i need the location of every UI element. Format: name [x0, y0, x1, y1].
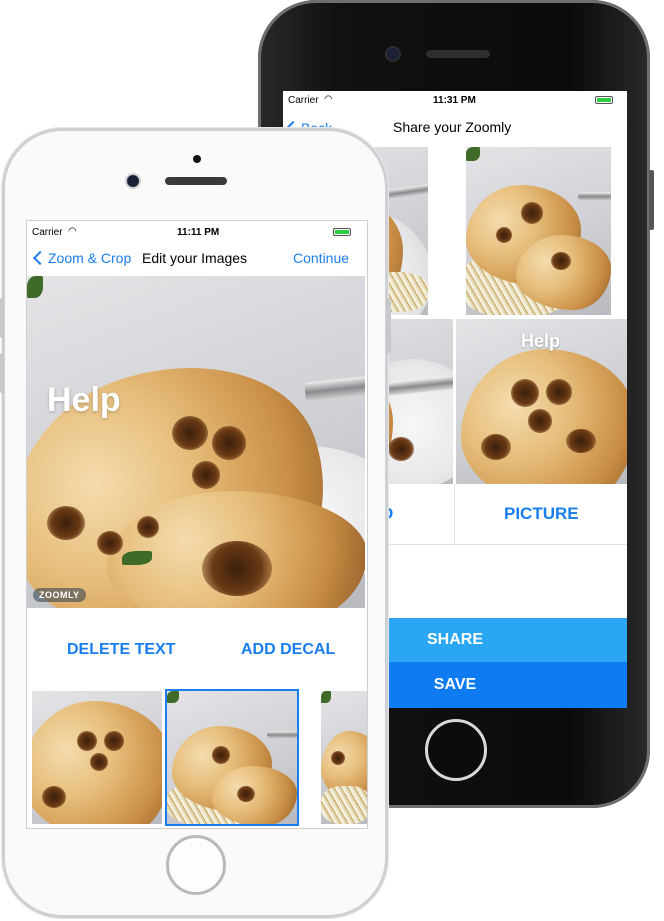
back-speaker [426, 50, 490, 58]
add-decal-button[interactable]: ADD DECAL [241, 641, 335, 659]
status-time: 11:11 PM [177, 227, 220, 238]
front-phone: Carrier ◠ 11:11 PM Zoom & Crop Edit your… [0, 128, 392, 918]
grid-image-2[interactable] [466, 147, 611, 315]
zoomly-watermark: ZOOMLY [33, 588, 86, 602]
thumbnail[interactable] [321, 691, 367, 824]
status-bar: Carrier ◠ 11:31 PM [283, 91, 627, 111]
nav-bar: Zoom & Crop Edit your Images Continue [27, 241, 367, 275]
back-side-button[interactable] [649, 170, 654, 230]
front-camera [127, 175, 139, 187]
overlay-text[interactable]: Help [47, 381, 121, 420]
front-power-button[interactable] [386, 298, 391, 353]
status-time: 11:31 PM [433, 95, 476, 106]
carrier-label: Carrier [32, 227, 63, 238]
front-volume-down[interactable] [0, 353, 4, 393]
save-label: SAVE [433, 676, 477, 693]
edit-image[interactable]: Help ZOOMLY [27, 276, 365, 608]
grid-label-picture[interactable]: PICTURE [504, 504, 579, 524]
nav-title: Share your Zoomly [393, 119, 512, 135]
front-home-button[interactable] [166, 835, 226, 895]
front-sensor [193, 155, 201, 163]
status-bar: Carrier ◠ 11:11 PM [27, 221, 367, 241]
nav-title: Edit your Images [142, 250, 248, 266]
wifi-icon: ◠ [324, 94, 333, 105]
carrier-label: Carrier [288, 95, 319, 106]
overlay-text: Help [521, 331, 561, 351]
grid-image-4[interactable]: Help [456, 319, 627, 484]
battery-icon [333, 228, 351, 236]
back-camera [387, 48, 399, 60]
thumbnail-selected[interactable] [165, 689, 299, 826]
chevron-left-icon [32, 250, 48, 266]
front-speaker [165, 177, 227, 185]
thumbnail[interactable] [32, 691, 162, 824]
divider [454, 484, 455, 544]
continue-button[interactable]: Continue [293, 250, 349, 266]
delete-text-button[interactable]: DELETE TEXT [67, 641, 175, 659]
front-volume-up[interactable] [0, 298, 4, 338]
thumbnail-strip [27, 689, 367, 828]
wifi-icon: ◠ [68, 226, 77, 237]
battery-icon [595, 96, 613, 104]
zoom-crop-back-button[interactable]: Zoom & Crop [32, 250, 132, 266]
back-label: Zoom & Crop [48, 250, 132, 266]
share-label: SHARE [426, 631, 483, 648]
front-screen: Carrier ◠ 11:11 PM Zoom & Crop Edit your… [27, 221, 367, 828]
back-home-button[interactable] [425, 719, 487, 781]
